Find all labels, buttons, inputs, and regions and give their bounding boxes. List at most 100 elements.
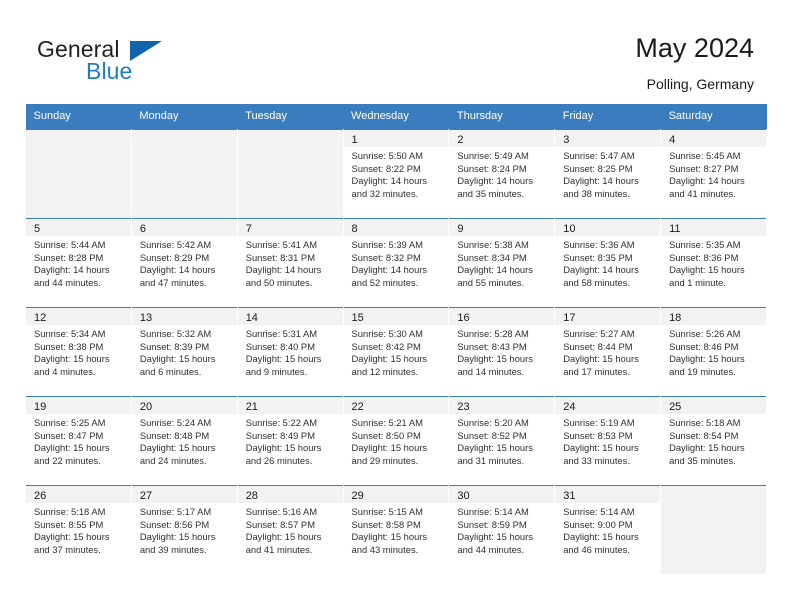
calendar-day-cell[interactable]: 11 Sunrise: 5:35 AM Sunset: 8:36 PM Dayligh… — [660, 218, 767, 308]
sunset-text: Sunset: 8:22 PM — [351, 162, 421, 174]
daylight-text-line1: Daylight: 15 hours — [563, 531, 639, 543]
day-sun-info: Sunrise: 5:39 AM Sunset: 8:32 PM Daylight:… — [352, 239, 443, 289]
day-cell-inner: 23 Sunrise: 5:20 AM Sunset: 8:52 PM Dayligh… — [449, 397, 555, 485]
calendar-day-cell[interactable]: 23 Sunrise: 5:20 AM Sunset: 8:52 PM Dayligh… — [448, 396, 556, 486]
calendar-week-row: 26 Sunrise: 5:18 AM Sunset: 8:55 PM Dayligh… — [25, 485, 767, 575]
day-cell-inner: 4 Sunrise: 5:45 AM Sunset: 8:27 PM Daylight… — [661, 130, 766, 218]
sunset-text: Sunset: 8:34 PM — [457, 251, 527, 263]
calendar-day-cell[interactable]: 29 Sunrise: 5:15 AM Sunset: 8:58 PM Dayligh… — [342, 485, 450, 575]
calendar-day-cell[interactable]: 19 Sunrise: 5:25 AM Sunset: 8:47 PM Dayligh… — [25, 396, 132, 486]
day-number: 16 — [457, 312, 470, 324]
calendar-day-cell[interactable]: 3 Sunrise: 5:47 AM Sunset: 8:25 PM Daylight… — [554, 129, 662, 219]
day-cell-inner: 7 Sunrise: 5:41 AM Sunset: 8:31 PM Daylight… — [237, 219, 343, 307]
day-cell-inner: 22 Sunrise: 5:21 AM Sunset: 8:50 PM Dayligh… — [343, 397, 449, 485]
day-number: 29 — [351, 490, 364, 502]
calendar-day-cell[interactable]: 10 Sunrise: 5:36 AM Sunset: 8:35 PM Dayligh… — [554, 218, 662, 308]
calendar-table: Sunday Monday Tuesday Wednesday Thursday Frid… — [25, 104, 767, 575]
daylight-text-line1: Daylight: 14 hours — [457, 264, 533, 276]
calendar-day-cell[interactable]: 18 Sunrise: 5:26 AM Sunset: 8:46 PM Dayligh… — [660, 307, 767, 397]
brand-logo[interactable]: General Blue — [37, 36, 267, 92]
day-sun-info: Sunrise: 5:19 AM Sunset: 8:53 PM Daylight:… — [563, 417, 654, 467]
daylight-text-line1: Daylight: 15 hours — [669, 353, 745, 365]
daylight-text-line1: Daylight: 15 hours — [669, 264, 745, 276]
sunrise-text: Sunrise: 5:45 AM — [669, 150, 741, 161]
day-number: 6 — [139, 223, 146, 235]
calendar-day-cell[interactable]: 5 Sunrise: 5:44 AM Sunset: 8:28 PM Daylight… — [25, 218, 132, 308]
sunset-text: Sunset: 8:48 PM — [139, 429, 210, 441]
day-cell-inner: 29 Sunrise: 5:15 AM Sunset: 8:58 PM Dayligh… — [343, 486, 449, 574]
calendar-day-cell[interactable]: 28 Sunrise: 5:16 AM Sunset: 8:57 PM Dayligh… — [236, 485, 344, 575]
daylight-text-line2: and 55 minutes. — [457, 276, 525, 288]
page-subtitle: Polling, Germany — [646, 76, 754, 92]
calendar-day-cell[interactable]: 25 Sunrise: 5:18 AM Sunset: 8:54 PM Dayligh… — [660, 396, 767, 486]
calendar-day-cell-empty — [25, 129, 132, 219]
sunset-text: Sunset: 8:36 PM — [669, 251, 739, 263]
empty-cell-inner — [661, 486, 766, 574]
daylight-text-line2: and 19 minutes. — [669, 365, 736, 377]
calendar-day-cell[interactable]: 1 Sunrise: 5:50 AM Sunset: 8:22 PM Daylight… — [342, 129, 450, 219]
calendar-day-cell[interactable]: 26 Sunrise: 5:18 AM Sunset: 8:55 PM Dayligh… — [25, 485, 132, 575]
calendar-day-cell[interactable]: 16 Sunrise: 5:28 AM Sunset: 8:43 PM Dayligh… — [448, 307, 556, 397]
daylight-text-line2: and 26 minutes. — [245, 454, 313, 466]
calendar-day-cell[interactable]: 20 Sunrise: 5:24 AM Sunset: 8:48 PM Dayligh… — [130, 396, 238, 486]
daylight-text-line1: Daylight: 15 hours — [139, 442, 216, 454]
empty-cell-inner — [131, 130, 237, 218]
daylight-text-line1: Daylight: 14 hours — [563, 175, 639, 187]
calendar-day-cell[interactable]: 4 Sunrise: 5:45 AM Sunset: 8:27 PM Daylight… — [660, 129, 767, 219]
daylight-text-line2: and 6 minutes. — [139, 365, 202, 377]
daylight-text-line1: Daylight: 15 hours — [34, 531, 110, 543]
daylight-text-line2: and 12 minutes. — [351, 365, 419, 377]
daylight-text-line2: and 52 minutes. — [351, 276, 419, 288]
weekday-header-monday: Monday — [131, 104, 238, 130]
calendar-day-cell-empty — [660, 485, 767, 575]
day-number: 3 — [563, 134, 570, 146]
calendar-day-cell[interactable]: 2 Sunrise: 5:49 AM Sunset: 8:24 PM Daylight… — [448, 129, 556, 219]
sunrise-text: Sunrise: 5:25 AM — [34, 417, 106, 428]
day-sun-info: Sunrise: 5:35 AM Sunset: 8:36 PM Daylight:… — [669, 239, 760, 289]
daylight-text-line2: and 58 minutes. — [563, 276, 630, 288]
calendar-day-cell[interactable]: 6 Sunrise: 5:42 AM Sunset: 8:29 PM Daylight… — [130, 218, 238, 308]
calendar-day-cell[interactable]: 27 Sunrise: 5:17 AM Sunset: 8:56 PM Dayligh… — [130, 485, 238, 575]
daylight-text-line2: and 24 minutes. — [139, 454, 207, 466]
daylight-text-line1: Daylight: 14 hours — [351, 175, 428, 187]
calendar-day-cell[interactable]: 15 Sunrise: 5:30 AM Sunset: 8:42 PM Dayligh… — [342, 307, 450, 397]
triangle-logo-icon — [130, 41, 162, 61]
day-number: 18 — [669, 312, 682, 324]
calendar-day-cell[interactable]: 21 Sunrise: 5:22 AM Sunset: 8:49 PM Dayligh… — [236, 396, 344, 486]
calendar-day-cell[interactable]: 22 Sunrise: 5:21 AM Sunset: 8:50 PM Dayligh… — [342, 396, 450, 486]
day-sun-info: Sunrise: 5:25 AM Sunset: 8:47 PM Daylight:… — [34, 417, 125, 467]
daylight-text-line2: and 14 minutes. — [457, 365, 525, 377]
sunrise-text: Sunrise: 5:41 AM — [245, 239, 318, 250]
day-cell-inner: 27 Sunrise: 5:17 AM Sunset: 8:56 PM Dayligh… — [131, 486, 237, 574]
calendar-day-cell[interactable]: 14 Sunrise: 5:31 AM Sunset: 8:40 PM Dayligh… — [236, 307, 344, 397]
calendar-day-cell[interactable]: 24 Sunrise: 5:19 AM Sunset: 8:53 PM Dayligh… — [554, 396, 662, 486]
day-number: 31 — [563, 490, 576, 502]
calendar-day-cell-empty — [236, 129, 344, 219]
daylight-text-line2: and 4 minutes. — [34, 365, 96, 377]
day-number: 26 — [34, 490, 47, 502]
calendar-day-cell[interactable]: 31 Sunrise: 5:14 AM Sunset: 9:00 PM Dayligh… — [554, 485, 662, 575]
day-sun-info: Sunrise: 5:15 AM Sunset: 8:58 PM Daylight:… — [352, 506, 443, 556]
day-number: 30 — [457, 490, 470, 502]
calendar-day-cell[interactable]: 13 Sunrise: 5:32 AM Sunset: 8:39 PM Dayligh… — [130, 307, 238, 397]
calendar-day-cell[interactable]: 17 Sunrise: 5:27 AM Sunset: 8:44 PM Dayligh… — [554, 307, 662, 397]
daylight-text-line1: Daylight: 14 hours — [34, 264, 110, 276]
empty-cell-inner — [237, 130, 343, 218]
day-sun-info: Sunrise: 5:14 AM Sunset: 9:00 PM Daylight:… — [563, 506, 654, 556]
calendar-day-cell[interactable]: 7 Sunrise: 5:41 AM Sunset: 8:31 PM Daylight… — [236, 218, 344, 308]
calendar-week-row: 1 Sunrise: 5:50 AM Sunset: 8:22 PM Daylight… — [25, 129, 767, 219]
sunrise-text: Sunrise: 5:17 AM — [139, 506, 212, 517]
calendar-day-cell[interactable]: 12 Sunrise: 5:34 AM Sunset: 8:38 PM Dayligh… — [25, 307, 132, 397]
daylight-text-line2: and 33 minutes. — [563, 454, 630, 466]
day-cell-inner: 24 Sunrise: 5:19 AM Sunset: 8:53 PM Dayligh… — [555, 397, 661, 485]
daylight-text-line2: and 46 minutes. — [563, 543, 630, 555]
title-block: May 2024 Polling, Germany — [635, 32, 754, 94]
day-sun-info: Sunrise: 5:24 AM Sunset: 8:48 PM Daylight:… — [140, 417, 231, 467]
sunset-text: Sunset: 8:24 PM — [457, 162, 527, 174]
calendar-day-cell[interactable]: 9 Sunrise: 5:38 AM Sunset: 8:34 PM Daylight… — [448, 218, 556, 308]
sunrise-text: Sunrise: 5:26 AM — [669, 328, 741, 339]
day-cell-inner: 17 Sunrise: 5:27 AM Sunset: 8:44 PM Dayligh… — [555, 308, 661, 396]
calendar-day-cell[interactable]: 8 Sunrise: 5:39 AM Sunset: 8:32 PM Daylight… — [342, 218, 450, 308]
calendar-day-cell[interactable]: 30 Sunrise: 5:14 AM Sunset: 8:59 PM Dayligh… — [448, 485, 556, 575]
day-cell-inner: 21 Sunrise: 5:22 AM Sunset: 8:49 PM Dayligh… — [237, 397, 343, 485]
